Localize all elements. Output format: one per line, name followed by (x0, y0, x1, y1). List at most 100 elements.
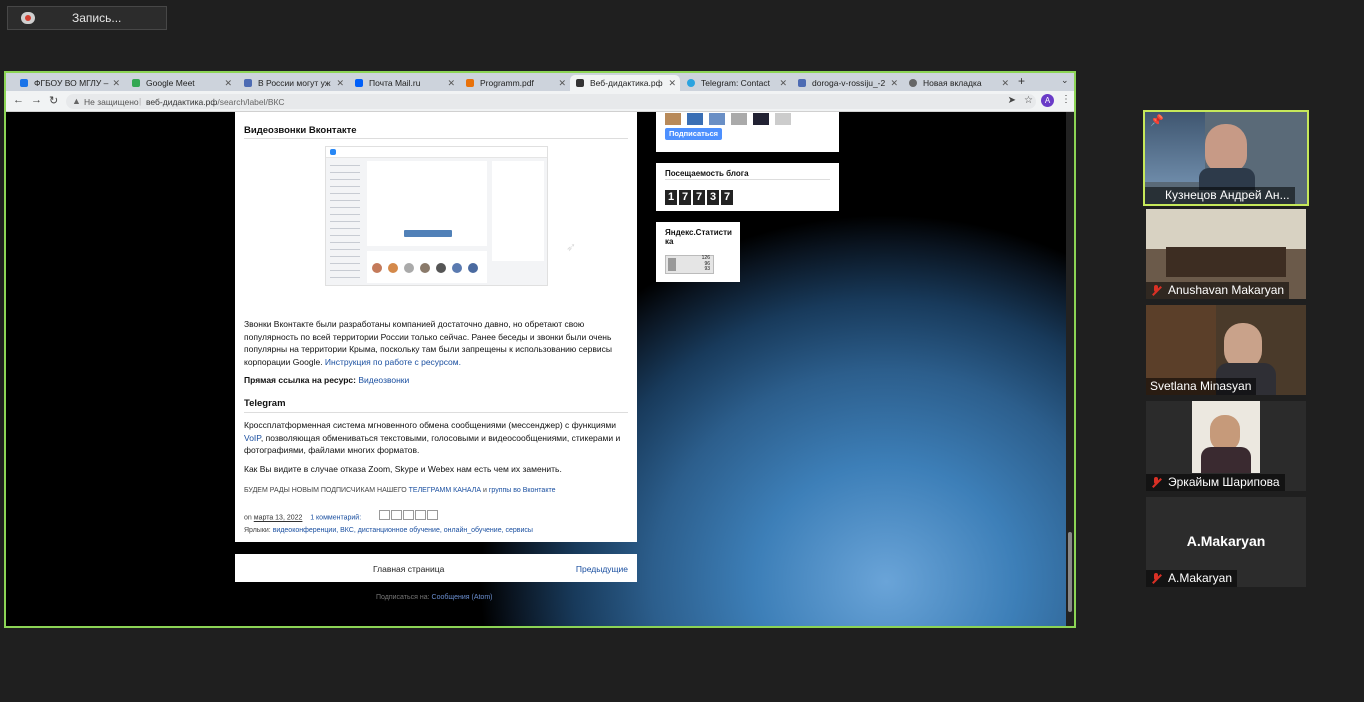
tab-favicon (798, 79, 806, 87)
mic-off-icon (1151, 477, 1161, 488)
url-path: /search/label/ВКС (217, 97, 285, 107)
participant-tile[interactable]: Anushavan Makaryan (1146, 209, 1306, 299)
participant-video (1201, 447, 1251, 473)
previous-posts-link[interactable]: Предыдущие (576, 564, 628, 574)
video-calls-link[interactable]: Видеозвонки (358, 375, 409, 385)
close-icon[interactable]: ✕ (558, 78, 566, 89)
back-icon[interactable]: ← (13, 94, 24, 106)
tab-strip: ФГБОУ ВО МГЛУ – ✕ Google Meet ✕ В России м… (6, 73, 1074, 91)
close-icon[interactable]: ✕ (112, 78, 120, 89)
send-icon[interactable]: ➤ (1008, 95, 1016, 106)
tab-mail[interactable]: Почта Mail.ru ✕ (349, 75, 459, 91)
follower-avatar[interactable] (753, 113, 769, 125)
tab-title: Programm.pdf (480, 78, 534, 88)
subscribe-button[interactable]: Подписаться (665, 128, 722, 140)
twitter-share-icon[interactable] (403, 510, 415, 520)
close-icon[interactable]: ✕ (447, 78, 455, 89)
comments-link[interactable]: 1 комментарий: (310, 515, 361, 522)
mouse-cursor-icon: ➶ (566, 240, 577, 254)
tab-new[interactable]: Новая вкладка ✕ (903, 75, 1013, 91)
tab-favicon (576, 79, 584, 87)
participant-video (1166, 247, 1286, 277)
blog-share-icon[interactable] (391, 510, 403, 520)
participant-name: Кузнецов Андрей Ан... (1145, 187, 1295, 204)
feed-line: Подписаться на: Сообщения (Atom) (376, 594, 492, 601)
yandex-title: Яндекс.Статистика (665, 228, 732, 246)
tab-programm-pdf[interactable]: Programm.pdf ✕ (460, 75, 570, 91)
divider (244, 412, 628, 413)
recording-indicator[interactable]: Запись... (7, 6, 167, 30)
paragraph-text: , позволяющая обмениваться текстовыми, г… (244, 432, 621, 456)
close-icon[interactable]: ✕ (779, 78, 787, 89)
recording-label: Запись... (72, 11, 122, 25)
tab-title: Google Meet (146, 78, 195, 88)
follower-avatar[interactable] (687, 113, 703, 125)
email-share-icon[interactable] (379, 510, 391, 520)
atom-feed-link[interactable]: Сообщения (Atom) (432, 594, 493, 601)
warning-icon[interactable]: ▲ (72, 96, 81, 106)
tab-title: Новая вкладка (923, 78, 982, 88)
follower-avatar[interactable] (709, 113, 725, 125)
subscribe-note: БУДЕМ РАДЫ НОВЫМ ПОДПИСЧИКАМ НАШЕГО ТЕЛЕ… (244, 485, 628, 498)
participant-tile[interactable]: Эркайым Шарипова (1146, 401, 1306, 491)
close-icon[interactable]: ✕ (668, 78, 676, 89)
telegram-channel-link[interactable]: ТЕЛЕГРАММ КАНАЛА (409, 487, 481, 494)
tab-google-meet[interactable]: Google Meet ✕ (126, 75, 236, 91)
vk-group-link[interactable]: группы во Вконтакте (489, 487, 556, 494)
close-icon[interactable]: ✕ (336, 78, 344, 89)
scrollbar-thumb[interactable] (1068, 532, 1072, 612)
participant-name-bar: Эркайым Шарипова (1146, 474, 1285, 491)
more-menu-icon[interactable]: ⋮ (1061, 94, 1071, 105)
tab-title: Telegram: Contact (701, 78, 770, 88)
home-link[interactable]: Главная страница (373, 564, 444, 574)
subscribe-text: и (481, 487, 489, 494)
participant-tile[interactable]: A.Makaryan A.Makaryan (1146, 497, 1306, 587)
instruction-link[interactable]: Инструкция по работе с ресурсом. (325, 357, 461, 367)
tab-mglu[interactable]: ФГБОУ ВО МГЛУ – ✕ (14, 75, 124, 91)
recording-icon (21, 12, 35, 24)
follower-avatar[interactable] (775, 113, 791, 125)
tab-title: Веб-дидактика.рф (590, 78, 663, 88)
labels-links[interactable]: видеоконференции, ВКС, дистанционное обу… (273, 527, 533, 534)
participant-name-bar: Anushavan Makaryan (1146, 282, 1290, 299)
page-scrollbar[interactable] (1066, 112, 1074, 626)
follower-avatar[interactable] (731, 113, 747, 125)
close-icon[interactable]: ✕ (1001, 78, 1009, 89)
tab-web-didaktika[interactable]: Веб-дидактика.рф ✕ (570, 75, 680, 91)
participant-video (1205, 124, 1247, 172)
voip-link[interactable]: VoIP (244, 433, 261, 443)
close-icon[interactable]: ✕ (224, 78, 232, 89)
tab-favicon (244, 79, 252, 87)
url-text: веб-дидактика.рф/search/label/ВКС (146, 97, 285, 107)
participant-tile[interactable]: Svetlana Minasyan (1146, 305, 1306, 395)
pinterest-share-icon[interactable] (427, 510, 439, 520)
participant-tile-speaker[interactable]: 📌 Кузнецов Андрей Ан... (1143, 110, 1309, 206)
direct-link-line: Прямая ссылка на ресурс: Видеозвонки (244, 374, 628, 387)
visits-title: Посещаемость блога (665, 169, 749, 178)
visits-widget: Посещаемость блога 17737 (656, 163, 839, 211)
followers-widget: Подписаться (656, 112, 839, 152)
tab-news[interactable]: В России могут уж ✕ (238, 75, 348, 91)
address-bar[interactable]: ▲ Не защищено | веб-дидактика.рф/search/… (66, 94, 1036, 109)
tab-doroga[interactable]: doroga-v-rossiju_-2 ✕ (792, 75, 902, 91)
labels-title: Ярлыки: (244, 527, 271, 534)
profile-avatar[interactable]: A (1041, 94, 1054, 107)
counter-digit: 1 (665, 190, 677, 205)
security-label: Не защищено (84, 97, 139, 107)
star-icon[interactable]: ☆ (1024, 95, 1033, 106)
post-heading-vk: Видеозвонки Вконтакте (244, 125, 357, 136)
close-icon[interactable]: ✕ (890, 78, 898, 89)
post-date-link[interactable]: марта 13, 2022 (254, 515, 303, 522)
tab-favicon (20, 79, 28, 87)
reload-icon[interactable]: ↻ (49, 94, 58, 107)
forward-icon[interactable]: → (31, 94, 42, 106)
divider (665, 179, 830, 180)
new-tab-icon[interactable]: + (1018, 74, 1025, 88)
yandex-informer[interactable]: 126 96 93 (665, 255, 714, 274)
tab-telegram[interactable]: Telegram: Contact ✕ (681, 75, 791, 91)
follower-avatar[interactable] (665, 113, 681, 125)
facebook-share-icon[interactable] (415, 510, 427, 520)
pin-icon[interactable]: 📌 (1150, 114, 1164, 127)
post-meta: on марта 13, 2022 1 комментарий: (244, 510, 628, 526)
chevron-down-icon[interactable]: ⌄ (1061, 75, 1069, 86)
